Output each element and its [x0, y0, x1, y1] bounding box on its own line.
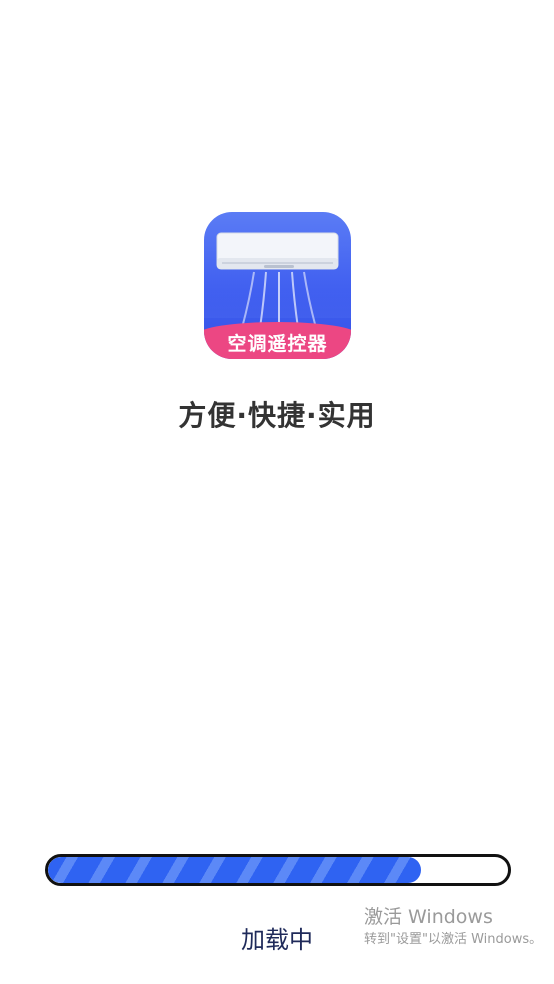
airflow-icon	[241, 271, 317, 329]
watermark-subtitle: 转到"设置"以激活 Windows。	[364, 932, 543, 947]
loading-progress-fill	[48, 857, 421, 883]
app-slogan: 方便·快捷·实用	[178, 399, 376, 432]
air-conditioner-icon	[216, 232, 339, 270]
loading-progress-bar	[45, 854, 511, 886]
splash-screen: 空调遥控器 方便·快捷·实用 加载中 激活 Windows 转到"设置"以激活 …	[0, 0, 554, 984]
windows-activation-watermark: 激活 Windows 转到"设置"以激活 Windows。	[364, 904, 554, 950]
app-icon-label: 空调遥控器	[227, 333, 328, 355]
app-icon: 空调遥控器	[204, 212, 351, 359]
watermark-title: 激活 Windows	[364, 906, 493, 928]
